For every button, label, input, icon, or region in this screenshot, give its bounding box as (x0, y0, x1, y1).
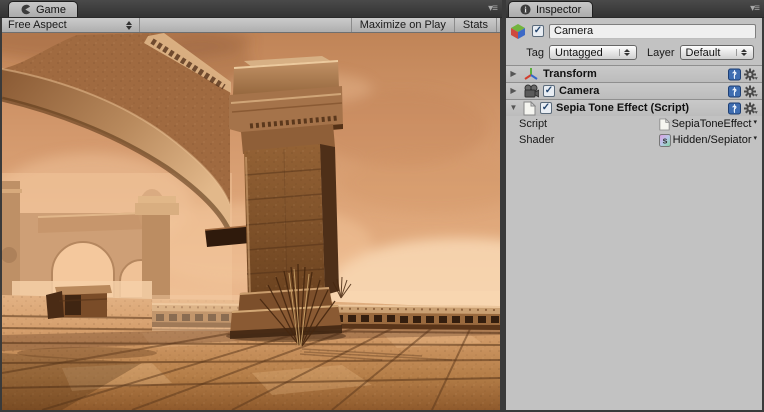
inspector-tabbar: i Inspector ▾≡ (506, 0, 764, 18)
tag-value: Untagged (555, 46, 603, 59)
layer-label: Layer (647, 46, 675, 59)
tag-dropdown[interactable]: Untagged (549, 45, 637, 60)
checkmark-icon: ✓ (533, 24, 543, 36)
component-name: Sepia Tone Effect (Script) (556, 102, 690, 114)
gear-settings-icon[interactable] (744, 102, 758, 115)
game-toolbar: Free Aspect Maximize on Play Stats (2, 18, 500, 33)
checkmark-icon: ✓ (544, 84, 554, 96)
tag-layer-row: Tag Untagged Layer Default (506, 42, 762, 65)
foldout-icon[interactable]: ▶ (508, 87, 519, 95)
tab-game-label: Game (36, 3, 66, 16)
foldout-icon[interactable]: ▼ (508, 104, 519, 112)
scene-pillar (229, 56, 343, 339)
inspector-panel: i Inspector ▾≡ ✓ Camera Tag Untagged Lay… (506, 0, 764, 412)
component-header-transform[interactable]: ▶ Transform ? (506, 65, 762, 82)
component-enabled-checkbox[interactable]: ✓ (543, 85, 555, 97)
gear-settings-icon[interactable] (744, 85, 758, 98)
svg-text:?: ? (732, 104, 737, 113)
info-icon: i (520, 4, 531, 15)
script-page-icon (523, 100, 536, 115)
aspect-dropdown[interactable]: Free Aspect (2, 18, 140, 32)
inspector-body: ✓ Camera Tag Untagged Layer Default ▶ Tr… (506, 18, 762, 410)
updown-arrows-icon (736, 49, 747, 56)
transform-axes-icon (524, 68, 538, 80)
stats-button[interactable]: Stats (453, 18, 496, 32)
inspector-empty-area (506, 148, 762, 408)
updown-arrows-icon (619, 49, 630, 56)
property-row-script: Script SepiaToneEffect ▾ (506, 116, 762, 132)
aspect-dropdown-label: Free Aspect (8, 19, 67, 31)
maximize-on-play-label: Maximize on Play (359, 19, 446, 31)
help-book-icon[interactable]: ? (728, 102, 741, 115)
checkmark-icon: ✓ (541, 101, 551, 113)
scene-fountain-ruin (46, 285, 112, 319)
help-book-icon[interactable]: ? (728, 85, 741, 98)
object-name-field[interactable]: Camera (549, 23, 756, 39)
tab-inspector[interactable]: i Inspector (508, 1, 594, 17)
gear-settings-icon[interactable] (744, 68, 758, 81)
updown-arrows-icon (126, 20, 132, 30)
shader-icon: s (658, 133, 671, 147)
svg-text:?: ? (732, 70, 737, 79)
svg-text:?: ? (732, 87, 737, 96)
game-panel: Game ▾≡ Free Aspect Maximize on Play Sta… (0, 0, 502, 412)
help-book-icon[interactable]: ? (728, 68, 741, 81)
property-label: Script (519, 118, 548, 130)
layer-dropdown[interactable]: Default (679, 45, 754, 60)
object-header-row: ✓ Camera (506, 18, 762, 42)
game-view-icon (21, 4, 31, 15)
object-picker-icon[interactable]: ▾ (753, 134, 757, 144)
property-value: SepiaToneEffect (671, 118, 752, 130)
camera-icon (524, 84, 539, 98)
stats-label: Stats (462, 19, 488, 31)
foldout-icon[interactable]: ▶ (508, 70, 519, 78)
property-row-shader: Shader s Hidden/Sepiator ▾ (506, 132, 762, 148)
script-page-icon (658, 117, 670, 130)
game-panel-menu-icon[interactable]: ▾≡ (488, 4, 498, 14)
component-header-camera[interactable]: ▶ ✓ Camera ? (506, 82, 762, 99)
property-label: Shader (519, 134, 555, 146)
component-name: Camera (559, 85, 600, 97)
game-scene (2, 33, 500, 410)
game-tabbar: Game ▾≡ (0, 0, 502, 18)
object-active-checkbox[interactable]: ✓ (532, 25, 544, 37)
toolbar-end-cap (496, 18, 500, 32)
component-name: Transform (543, 68, 597, 80)
unity-editor-window: Game ▾≡ Free Aspect Maximize on Play Sta… (0, 0, 764, 412)
script-object-field[interactable]: SepiaToneEffect ▾ (658, 117, 757, 131)
gameobject-cube-icon (511, 24, 525, 39)
svg-text:s: s (662, 135, 667, 145)
property-value: Hidden/Sepiator (672, 134, 752, 146)
component-enabled-checkbox[interactable]: ✓ (540, 102, 552, 114)
layer-value: Default (685, 46, 721, 59)
inspector-panel-menu-icon[interactable]: ▾≡ (750, 4, 760, 14)
component-header-sepia-tone-effect[interactable]: ▼ ✓ Sepia Tone Effect (Script) ? (506, 99, 762, 116)
tag-label: Tag (526, 46, 544, 59)
shader-object-field[interactable]: s Hidden/Sepiator ▾ (658, 133, 757, 147)
tab-inspector-label: Inspector (536, 3, 582, 16)
maximize-on-play-button[interactable]: Maximize on Play (350, 18, 454, 32)
object-picker-icon[interactable]: ▾ (753, 118, 757, 128)
game-viewport[interactable] (2, 33, 500, 410)
tab-game[interactable]: Game (8, 1, 78, 17)
